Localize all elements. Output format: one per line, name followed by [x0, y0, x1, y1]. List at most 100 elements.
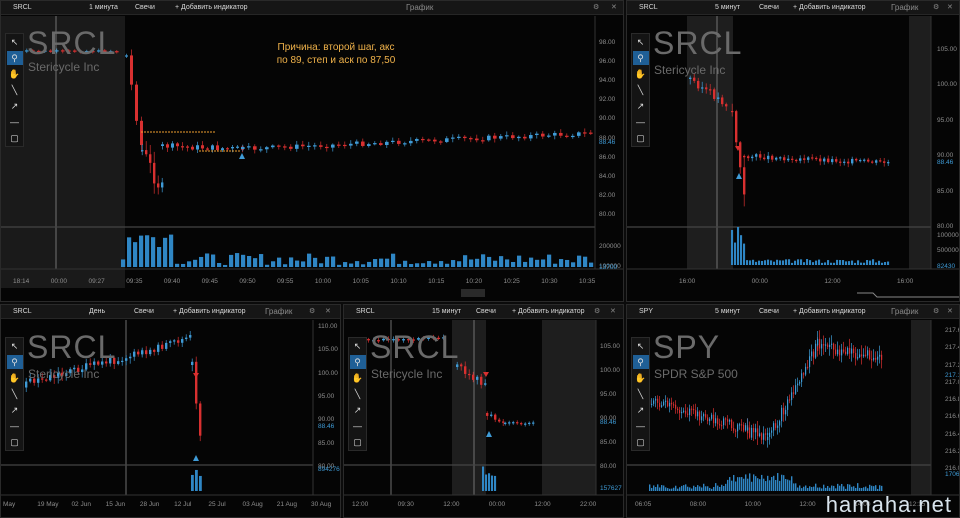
- line-icon[interactable]: ╲: [7, 83, 23, 97]
- volume-bar: [843, 486, 845, 491]
- hand-icon[interactable]: ✋: [7, 371, 23, 385]
- candle: [313, 145, 317, 147]
- arrow-icon[interactable]: ↗: [633, 403, 649, 417]
- zoom-icon[interactable]: ⚲: [349, 355, 366, 369]
- zoom-icon[interactable]: ⚲: [632, 355, 649, 369]
- hline-icon[interactable]: —: [7, 115, 23, 129]
- volume-bar: [795, 483, 797, 491]
- rect-icon[interactable]: ▢: [350, 435, 366, 449]
- candle: [757, 428, 759, 437]
- volume-bar: [559, 259, 564, 267]
- candle: [717, 97, 720, 99]
- y-axis-tick: 217.40: [945, 344, 959, 352]
- x-axis-tick: 25 Jul: [208, 501, 226, 508]
- cursor-icon[interactable]: ↖: [7, 339, 23, 353]
- arrow-icon[interactable]: ↗: [7, 403, 23, 417]
- volume-bar: [697, 485, 699, 491]
- line-icon[interactable]: ╲: [633, 387, 649, 401]
- last-volume-label: 17060: [945, 471, 960, 478]
- volume-bar: [884, 262, 887, 265]
- candle: [331, 144, 335, 148]
- cursor-icon[interactable]: ↖: [633, 35, 649, 49]
- candle: [807, 366, 809, 369]
- candle: [583, 132, 587, 134]
- volume-bar: [733, 474, 735, 491]
- zoom-icon[interactable]: ⚲: [632, 51, 649, 65]
- candle: [743, 424, 745, 431]
- volume-bar: [659, 487, 661, 491]
- rect-icon[interactable]: ▢: [7, 435, 23, 449]
- volume-bar: [673, 487, 675, 491]
- arrow-icon[interactable]: ↗: [7, 99, 23, 113]
- rect-icon[interactable]: ▢: [7, 131, 23, 145]
- candle: [403, 143, 407, 145]
- candle: [494, 414, 497, 420]
- volume-bar: [719, 486, 721, 491]
- candle: [843, 349, 845, 352]
- candle: [815, 343, 817, 358]
- cursor-icon[interactable]: ↖: [350, 339, 366, 353]
- candle: [753, 427, 755, 433]
- volume-bar: [737, 227, 740, 265]
- volume-bar: [835, 488, 837, 491]
- volume-bar: [355, 261, 360, 267]
- x-axis-tick: 10:00: [744, 501, 761, 508]
- x-axis-tick: 00:00: [488, 501, 506, 508]
- cursor-icon[interactable]: ↖: [633, 339, 649, 353]
- candle: [547, 135, 551, 137]
- candle: [655, 398, 657, 401]
- candle: [835, 159, 838, 162]
- candle: [701, 416, 703, 421]
- line-icon[interactable]: ╲: [633, 83, 649, 97]
- hand-icon[interactable]: ✋: [350, 371, 366, 385]
- cursor-icon[interactable]: ↖: [7, 35, 23, 49]
- volume-bar: [827, 260, 830, 265]
- volume-bar: [283, 264, 288, 267]
- arrow-icon[interactable]: ↗: [350, 403, 366, 417]
- candle: [745, 425, 747, 431]
- candle: [589, 132, 593, 134]
- candle: [216, 145, 219, 151]
- y-axis-tick: 92.00: [599, 96, 616, 104]
- hline-icon[interactable]: —: [633, 115, 649, 129]
- volume-bar: [361, 264, 366, 267]
- x-axis-tick: 12:00: [824, 278, 841, 285]
- candle: [169, 341, 172, 343]
- volume-bar: [313, 257, 318, 267]
- x-axis-tick: 10:15: [428, 278, 445, 285]
- candle: [765, 433, 767, 435]
- volume-axis-tick: 500000: [937, 247, 959, 254]
- hline-icon[interactable]: —: [350, 419, 366, 433]
- x-axis-tick: 10:00: [314, 278, 332, 285]
- volume-bar: [133, 242, 138, 267]
- volume-bar: [163, 237, 168, 267]
- y-axis-tick: 110.00: [318, 323, 338, 330]
- hand-icon[interactable]: ✋: [7, 67, 23, 81]
- hand-icon[interactable]: ✋: [633, 371, 649, 385]
- volume-bar: [325, 256, 330, 267]
- volume-bar: [385, 258, 390, 267]
- rect-icon[interactable]: ▢: [633, 131, 649, 145]
- candle: [717, 418, 719, 425]
- line-icon[interactable]: ╲: [350, 387, 366, 401]
- candle: [817, 338, 819, 345]
- zoom-icon[interactable]: ⚲: [6, 51, 23, 65]
- volume-bar: [847, 484, 849, 491]
- candle: [277, 145, 281, 147]
- line-icon[interactable]: ╲: [7, 387, 23, 401]
- last-volume-label: 8942761: [318, 466, 341, 473]
- rect-icon[interactable]: ▢: [633, 435, 649, 449]
- arrow-icon[interactable]: ↗: [633, 99, 649, 113]
- candle: [875, 357, 877, 360]
- volume-axis-tick: 200000: [599, 243, 621, 250]
- x-axis-tick: 15 Jun: [105, 501, 126, 508]
- hand-icon[interactable]: ✋: [633, 67, 649, 81]
- volume-bar: [505, 259, 510, 267]
- hline-icon[interactable]: —: [633, 419, 649, 433]
- candle: [517, 136, 521, 139]
- annotation-text: Причина: второй шаг, акс по 89, степ и а…: [276, 42, 396, 66]
- volume-bar: [881, 485, 883, 491]
- zoom-icon[interactable]: ⚲: [6, 355, 23, 369]
- x-axis-tick: 10:30: [541, 278, 558, 285]
- hline-icon[interactable]: —: [7, 419, 23, 433]
